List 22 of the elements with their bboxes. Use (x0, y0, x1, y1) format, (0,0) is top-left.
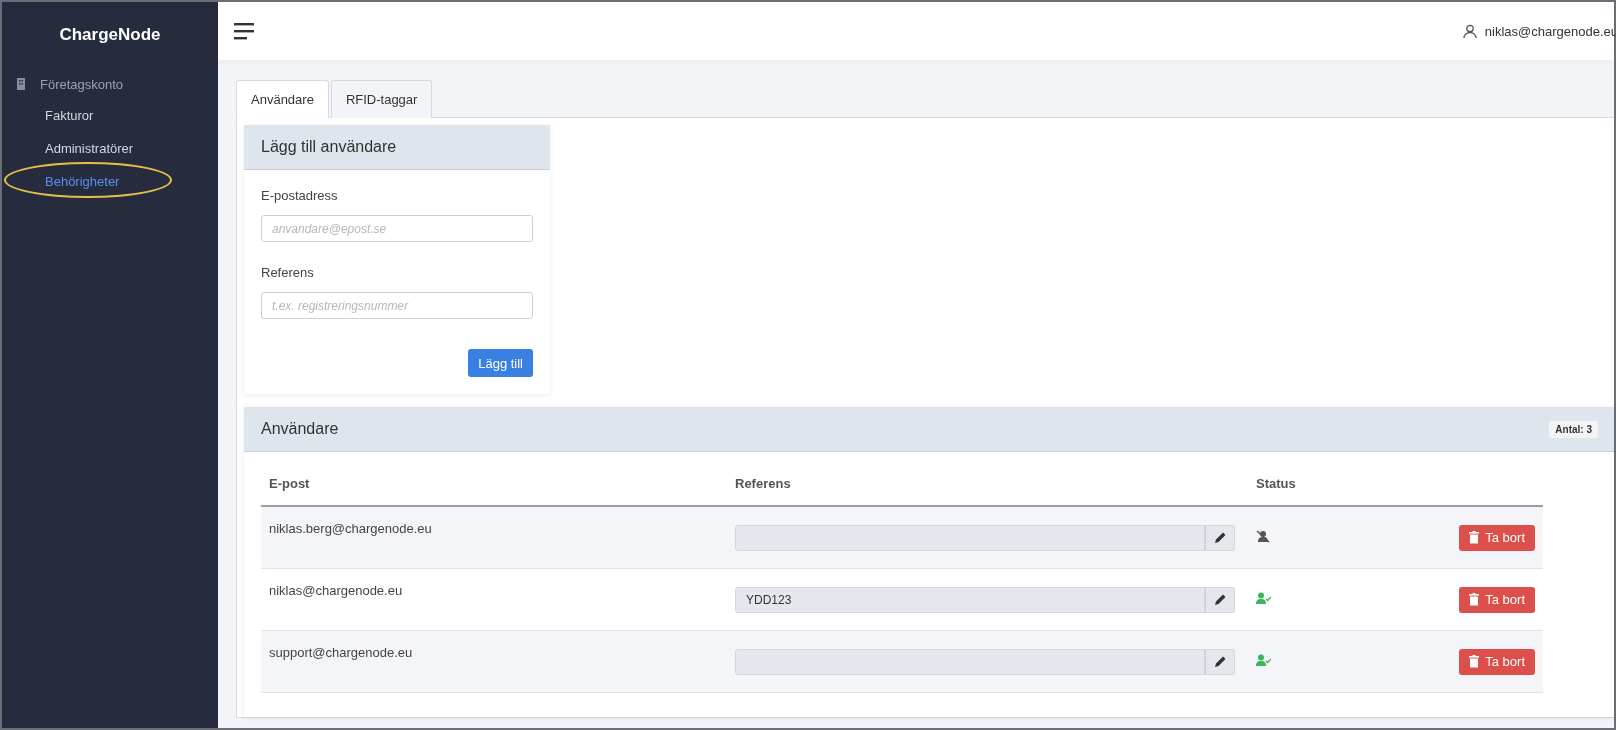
input-field[interactable]: t.ex. registreringsnummer (261, 292, 533, 319)
card-title: Användare (261, 420, 339, 438)
count-badge: Antal: 3 (1549, 420, 1598, 438)
sidebar-item[interactable]: Administratörer (2, 132, 218, 165)
reference-field[interactable]: YDD123 (735, 586, 1205, 613)
tab[interactable]: RFID-taggar (330, 80, 433, 118)
sidebar-item[interactable]: Behörigheter (2, 165, 218, 198)
delete-button[interactable]: Ta bort (1459, 524, 1535, 551)
table-cell: support@chargenode.eu (261, 630, 727, 693)
table-cell: niklas@chargenode.eu (261, 568, 727, 631)
field-label: E-postadress (261, 188, 339, 203)
add-button[interactable]: Lägg till (468, 349, 533, 377)
delete-button[interactable]: Ta bort (1459, 586, 1535, 613)
input-field[interactable]: anvandare@epost.se (261, 215, 533, 242)
table-cell: niklas.berg@chargenode.eu (261, 506, 727, 569)
field-label: Referens (261, 265, 315, 280)
tab[interactable]: Användare (236, 80, 329, 118)
sidebar-item[interactable]: Fakturor (2, 99, 218, 132)
sidebar-section-label: Företagskonto (40, 76, 124, 92)
logo-text: ChargeNode (58, 24, 162, 46)
card-header: Lägg till användare (244, 125, 550, 170)
delete-button[interactable]: Ta bort (1459, 648, 1535, 675)
